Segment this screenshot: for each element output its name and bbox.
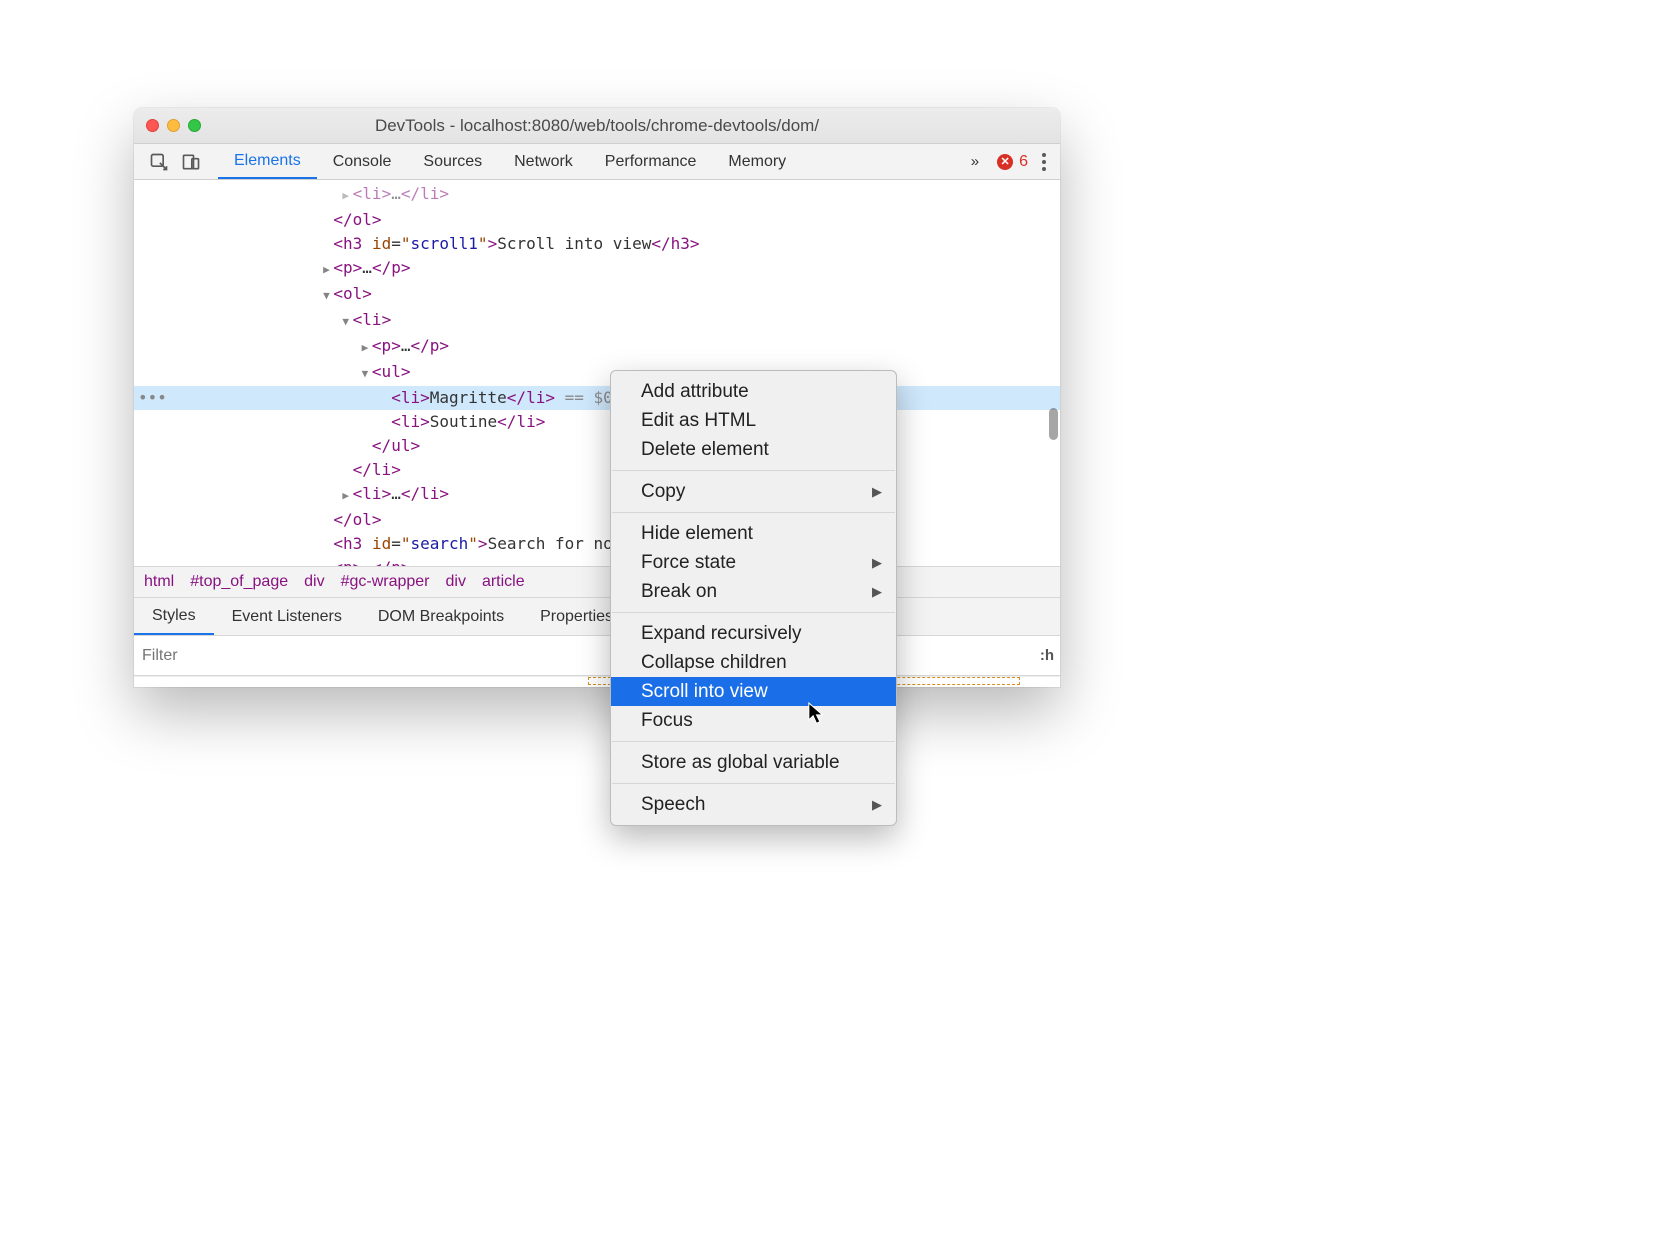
- context-menu-item-hide-element[interactable]: Hide element: [611, 519, 896, 548]
- dom-line[interactable]: <li>…</li>: [134, 482, 1060, 508]
- dom-line[interactable]: <li>Soutine</li>: [134, 410, 1060, 434]
- expand-arrow-icon[interactable]: [339, 308, 353, 334]
- context-menu: Add attributeEdit as HTMLDelete element C…: [610, 370, 897, 826]
- context-menu-item-expand-recursively[interactable]: Expand recursively: [611, 619, 896, 648]
- styles-tab-styles[interactable]: Styles: [134, 598, 214, 635]
- error-count: 6: [1019, 153, 1028, 171]
- breadcrumb-item[interactable]: div: [296, 573, 332, 591]
- dom-line[interactable]: </ul>: [134, 434, 1060, 458]
- dom-line[interactable]: ••• <li>Magritte</li> == $0: [134, 386, 1060, 410]
- context-menu-separator: [612, 612, 895, 613]
- tab-console[interactable]: Console: [317, 144, 408, 179]
- window-titlebar: DevTools - localhost:8080/web/tools/chro…: [134, 108, 1060, 144]
- dom-line[interactable]: <li>: [134, 308, 1060, 334]
- context-menu-item-collapse-children[interactable]: Collapse children: [611, 648, 896, 677]
- scrollbar-thumb[interactable]: [1049, 408, 1058, 440]
- expand-arrow-icon[interactable]: [377, 410, 391, 434]
- submenu-arrow-icon: ▶: [872, 797, 882, 813]
- dom-line[interactable]: <p>…</p>: [134, 334, 1060, 360]
- context-menu-item-break-on[interactable]: Break on▶: [611, 577, 896, 606]
- expand-arrow-icon[interactable]: [358, 334, 372, 360]
- dom-line[interactable]: </ol>: [134, 208, 1060, 232]
- context-menu-item-force-state[interactable]: Force state▶: [611, 548, 896, 577]
- styles-tab-dom-breakpoints[interactable]: DOM Breakpoints: [360, 598, 522, 635]
- breadcrumb-item[interactable]: #gc-wrapper: [333, 573, 438, 591]
- styles-filter-input[interactable]: [134, 636, 1034, 675]
- expand-arrow-icon[interactable]: [319, 256, 333, 282]
- breadcrumb-item[interactable]: div: [438, 573, 474, 591]
- expand-arrow-icon[interactable]: [319, 282, 333, 308]
- tab-network[interactable]: Network: [498, 144, 589, 179]
- elements-tree[interactable]: <li>…</li> </ol> <h3 id="scroll1">Scroll…: [134, 180, 1060, 566]
- errors-indicator[interactable]: ✕ 6: [989, 153, 1036, 171]
- styles-filter-row: :h: [134, 636, 1060, 676]
- devtools-menu-button[interactable]: [1036, 153, 1052, 171]
- expand-arrow-icon[interactable]: [319, 532, 333, 556]
- context-menu-separator: [612, 512, 895, 513]
- dom-line[interactable]: <h3 id="scroll1">Scroll into view</h3>: [134, 232, 1060, 256]
- tab-memory[interactable]: Memory: [712, 144, 802, 179]
- expand-arrow-icon[interactable]: [358, 434, 372, 458]
- panel-tabs: ElementsConsoleSourcesNetworkPerformance…: [218, 144, 802, 179]
- expand-arrow-icon[interactable]: [339, 182, 353, 208]
- context-menu-item-delete-element[interactable]: Delete element: [611, 435, 896, 464]
- tab-elements[interactable]: Elements: [218, 144, 317, 179]
- tab-sources[interactable]: Sources: [407, 144, 498, 179]
- context-menu-item-copy[interactable]: Copy▶: [611, 477, 896, 506]
- context-menu-separator: [612, 783, 895, 784]
- context-menu-item-add-attribute[interactable]: Add attribute: [611, 377, 896, 406]
- error-icon: ✕: [997, 154, 1013, 170]
- context-menu-item-focus[interactable]: Focus: [611, 706, 896, 735]
- inspect-element-icon[interactable]: [148, 151, 170, 173]
- dom-line[interactable]: <p>…</p>: [134, 256, 1060, 282]
- devtools-window: DevTools - localhost:8080/web/tools/chro…: [134, 108, 1060, 687]
- more-tabs-button[interactable]: »: [961, 153, 989, 170]
- expand-arrow-icon[interactable]: [339, 482, 353, 508]
- styles-tab-event-listeners[interactable]: Event Listeners: [214, 598, 360, 635]
- styles-body: [134, 676, 1060, 686]
- expand-arrow-icon[interactable]: [377, 386, 391, 410]
- dom-line[interactable]: <ol>: [134, 282, 1060, 308]
- expand-arrow-icon[interactable]: [358, 360, 372, 386]
- zoom-window-button[interactable]: [188, 119, 201, 132]
- tab-performance[interactable]: Performance: [589, 144, 713, 179]
- window-title: DevTools - localhost:8080/web/tools/chro…: [134, 116, 1060, 136]
- close-window-button[interactable]: [146, 119, 159, 132]
- styles-hov-toggle[interactable]: :h: [1034, 647, 1060, 664]
- context-menu-item-speech[interactable]: Speech▶: [611, 790, 896, 819]
- dom-breadcrumbs: html#top_of_pagediv#gc-wrapperdivarticle: [134, 566, 1060, 598]
- context-menu-item-scroll-into-view[interactable]: Scroll into view: [611, 677, 896, 706]
- context-menu-separator: [612, 741, 895, 742]
- submenu-arrow-icon: ▶: [872, 555, 882, 571]
- context-menu-item-edit-as-html[interactable]: Edit as HTML: [611, 406, 896, 435]
- context-menu-separator: [612, 470, 895, 471]
- expand-arrow-icon[interactable]: [319, 556, 333, 566]
- context-menu-item-store-as-global-variable[interactable]: Store as global variable: [611, 748, 896, 777]
- device-toggle-icon[interactable]: [180, 151, 202, 173]
- expand-arrow-icon[interactable]: [319, 208, 333, 232]
- devtools-toolbar: ElementsConsoleSourcesNetworkPerformance…: [134, 144, 1060, 180]
- dom-line[interactable]: <p>…</p>: [134, 556, 1060, 566]
- dom-line[interactable]: <ul>: [134, 360, 1060, 386]
- dom-line[interactable]: <li>…</li>: [134, 182, 1060, 208]
- expand-arrow-icon[interactable]: [339, 458, 353, 482]
- styles-panel-tabs: StylesEvent ListenersDOM BreakpointsProp…: [134, 598, 1060, 636]
- submenu-arrow-icon: ▶: [872, 484, 882, 500]
- dom-line[interactable]: </ol>: [134, 508, 1060, 532]
- submenu-arrow-icon: ▶: [872, 584, 882, 600]
- dom-line[interactable]: <h3 id="search">Search for nodes: [134, 532, 1060, 556]
- breadcrumb-item[interactable]: #top_of_page: [182, 573, 296, 591]
- expand-arrow-icon[interactable]: [319, 508, 333, 532]
- expand-arrow-icon[interactable]: [319, 232, 333, 256]
- dom-line[interactable]: </li>: [134, 458, 1060, 482]
- breadcrumb-item[interactable]: html: [136, 573, 182, 591]
- traffic-lights: [146, 119, 201, 132]
- minimize-window-button[interactable]: [167, 119, 180, 132]
- breadcrumb-item[interactable]: article: [474, 573, 533, 591]
